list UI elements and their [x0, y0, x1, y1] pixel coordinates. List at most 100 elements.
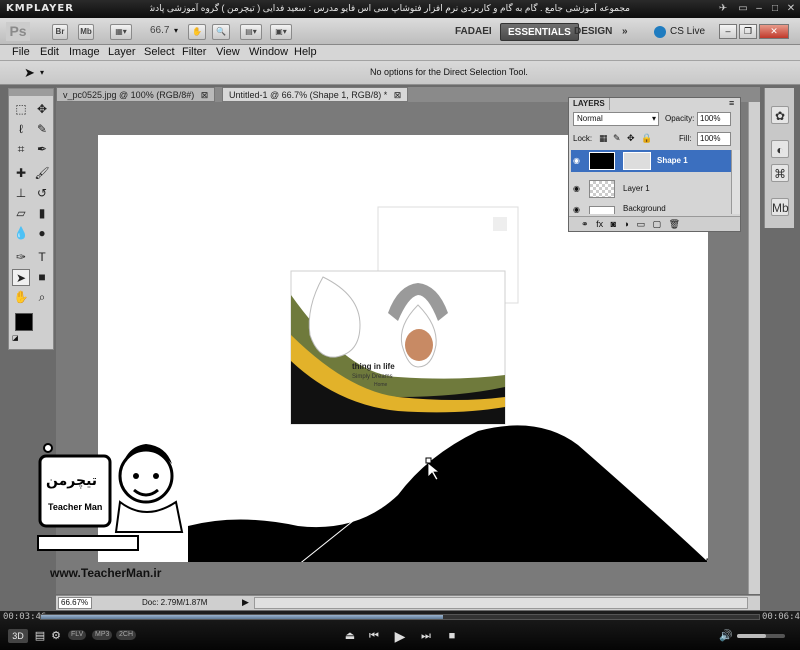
- eyedropper-tool-icon[interactable]: ✒: [33, 141, 51, 158]
- layer-style-icon[interactable]: fx: [596, 219, 603, 229]
- move-tool-icon[interactable]: ✥: [33, 101, 51, 118]
- blend-mode-select[interactable]: Normal ▾: [573, 112, 659, 126]
- menu-layer[interactable]: Layer: [108, 45, 136, 61]
- lock-transparency-icon[interactable]: ▦: [599, 133, 608, 144]
- clone-stamp-tool-icon[interactable]: ⊥: [12, 185, 30, 202]
- menu-filter[interactable]: Filter: [182, 45, 206, 61]
- healing-brush-tool-icon[interactable]: ✚: [12, 165, 30, 182]
- panel-menu-icon[interactable]: ≡: [729, 98, 734, 108]
- rectangle-tool-icon[interactable]: ■: [33, 269, 51, 286]
- window-mode-icon[interactable]: ▭: [736, 2, 750, 15]
- mini-bridge-button[interactable]: Mb: [78, 24, 94, 40]
- gradient-tool-icon[interactable]: ▮: [33, 205, 51, 222]
- tab-untitled-1[interactable]: Untitled-1 @ 66.7% (Shape 1, RGB/8) * ⊠: [222, 87, 409, 102]
- fill-field[interactable]: 100%: [697, 132, 731, 146]
- status-zoom-field[interactable]: 66.67%: [58, 597, 92, 609]
- blur-tool-icon[interactable]: 💧: [12, 225, 30, 242]
- menu-view[interactable]: View: [216, 45, 240, 61]
- close-tab-icon[interactable]: ⊠: [394, 90, 402, 100]
- pin-icon[interactable]: ✈: [716, 2, 730, 15]
- default-colors-icon[interactable]: ◪: [12, 334, 19, 342]
- layer-row-shape-1[interactable]: ◉ Shape 1: [571, 150, 731, 172]
- vertical-scrollbar[interactable]: [748, 102, 760, 594]
- stop-icon[interactable]: ■: [444, 629, 460, 643]
- volume-icon[interactable]: 🔊: [718, 629, 734, 643]
- link-layers-icon[interactable]: ⚭: [581, 219, 589, 229]
- settings-gear-icon[interactable]: ⚙: [48, 629, 64, 643]
- minimize-window-icon[interactable]: –: [719, 24, 737, 39]
- pen-tool-icon[interactable]: ✑: [12, 249, 30, 266]
- add-mask-icon[interactable]: ◙: [611, 219, 616, 229]
- close-window-icon[interactable]: ✕: [759, 24, 789, 39]
- seek-bar[interactable]: [40, 614, 760, 620]
- toolbox-grip[interactable]: [9, 89, 53, 96]
- visibility-eye-icon[interactable]: ◉: [573, 157, 583, 165]
- tool-preset-chevron-icon[interactable]: ▾: [40, 68, 44, 77]
- bridge-button[interactable]: Br: [52, 24, 68, 40]
- quick-selection-tool-icon[interactable]: ✎: [33, 121, 51, 138]
- more-workspaces-icon[interactable]: »: [615, 23, 635, 41]
- new-group-icon[interactable]: ▭: [637, 219, 646, 229]
- lasso-tool-icon[interactable]: ℓ: [12, 121, 30, 138]
- cs-live-icon[interactable]: [654, 26, 666, 38]
- close-icon[interactable]: ✕: [784, 2, 798, 15]
- menu-help[interactable]: Help: [294, 45, 317, 61]
- layer-row-background[interactable]: ◉ Background: [571, 204, 731, 214]
- eject-icon[interactable]: ⏏: [342, 629, 358, 643]
- new-layer-icon[interactable]: ▢: [653, 219, 662, 229]
- crop-tool-icon[interactable]: ⌗: [12, 141, 30, 158]
- zoom-level-field[interactable]: 66.7: [150, 25, 169, 36]
- layers-scrollbar[interactable]: [731, 150, 740, 214]
- menu-image[interactable]: Image: [69, 45, 100, 61]
- opacity-field[interactable]: 100%: [697, 112, 731, 126]
- color-panel-icon[interactable]: ✿: [771, 106, 789, 124]
- visibility-eye-icon[interactable]: ◉: [573, 185, 583, 193]
- history-brush-tool-icon[interactable]: ↺: [33, 185, 51, 202]
- workspace-fadaei[interactable]: FADAEI: [448, 23, 499, 41]
- menu-window[interactable]: Window: [249, 45, 288, 61]
- maximize-icon[interactable]: □: [768, 2, 782, 15]
- next-icon[interactable]: ⏭: [418, 629, 434, 643]
- mini-bridge-panel-icon[interactable]: Mb: [771, 198, 789, 216]
- visibility-eye-icon[interactable]: ◉: [573, 206, 583, 214]
- foreground-color-swatch[interactable]: [15, 313, 33, 331]
- hand-tool-button[interactable]: ✋: [188, 24, 206, 40]
- zoom-tool-icon[interactable]: ⌕: [33, 289, 51, 306]
- volume-slider[interactable]: [737, 634, 785, 638]
- play-icon[interactable]: ▶: [392, 629, 408, 643]
- eraser-tool-icon[interactable]: ▱: [12, 205, 30, 222]
- layer-row-layer-1[interactable]: ◉ Layer 1: [571, 178, 731, 200]
- marquee-tool-icon[interactable]: ⬚: [12, 101, 30, 118]
- view-extras-button[interactable]: ▦▾: [110, 24, 132, 40]
- previous-icon[interactable]: ⏮: [366, 629, 382, 643]
- lock-all-icon[interactable]: 🔒: [641, 133, 652, 144]
- menu-edit[interactable]: Edit: [40, 45, 59, 61]
- type-tool-icon[interactable]: T: [33, 249, 51, 266]
- menu-select[interactable]: Select: [144, 45, 175, 61]
- status-menu-arrow-icon[interactable]: ▶: [242, 597, 249, 608]
- adjustments-panel-icon[interactable]: ◐: [771, 140, 789, 158]
- dodge-tool-icon[interactable]: ●: [33, 225, 51, 242]
- minimize-icon[interactable]: –: [752, 2, 766, 15]
- zoom-dropdown-chevron-icon[interactable]: ▾: [174, 26, 178, 35]
- cs-live-menu[interactable]: CS Live: [670, 26, 705, 37]
- direct-selection-tool-icon[interactable]: ➤: [12, 269, 30, 286]
- close-tab-icon[interactable]: ⊠: [201, 90, 209, 100]
- masks-panel-icon[interactable]: ⌘: [771, 164, 789, 182]
- menu-file[interactable]: File: [12, 45, 30, 61]
- adjustment-layer-icon[interactable]: ◑: [624, 219, 629, 229]
- lock-position-icon[interactable]: ✥: [627, 133, 635, 144]
- delete-layer-icon[interactable]: 🗑: [669, 219, 680, 229]
- layers-panel-tab[interactable]: LAYERS: [569, 98, 610, 110]
- arrange-documents-button[interactable]: ▤▾: [240, 24, 262, 40]
- brush-tool-icon[interactable]: 🖌: [33, 165, 51, 182]
- direct-selection-preset-icon[interactable]: ➤: [24, 65, 35, 81]
- restore-window-icon[interactable]: ❐: [739, 24, 757, 39]
- 3d-mode-button[interactable]: 3D: [8, 629, 28, 643]
- screen-mode-button[interactable]: ▣▾: [270, 24, 292, 40]
- zoom-tool-button[interactable]: 🔍: [212, 24, 230, 40]
- tab-v-pc0525[interactable]: v_pc0525.jpg @ 100% (RGB/8#) ⊠: [56, 87, 216, 102]
- playlist-icon[interactable]: ▤: [32, 629, 48, 643]
- lock-pixels-icon[interactable]: ✎: [613, 133, 621, 144]
- horizontal-scrollbar[interactable]: [254, 597, 748, 609]
